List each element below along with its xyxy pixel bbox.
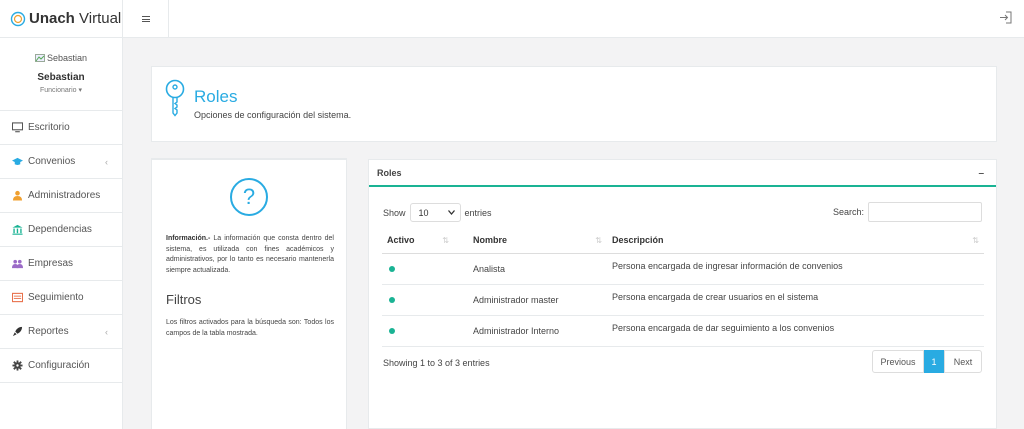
avatar: Sebastian xyxy=(0,53,122,63)
table-search: Search: xyxy=(833,202,982,222)
next-page-button[interactable]: Next xyxy=(944,350,982,373)
info-panel: ? Información.- La información que const… xyxy=(151,158,347,429)
active-status-cell xyxy=(382,253,454,285)
entries-value: 10 xyxy=(418,207,429,218)
user-profile: Sebastian Sebastian Funcionario ▾ xyxy=(0,38,122,111)
show-label: Show xyxy=(383,207,406,218)
sidebar-item-administradores[interactable]: Administradores xyxy=(0,179,122,213)
role-name: Analista xyxy=(454,253,607,285)
brand-light: Virtual xyxy=(74,10,122,27)
pagination: Previous 1 Next xyxy=(872,350,982,373)
collapse-button[interactable]: – xyxy=(978,168,984,179)
question-circle-icon: ? xyxy=(230,178,268,216)
desktop-icon xyxy=(12,122,23,133)
logout-icon[interactable] xyxy=(999,11,1012,24)
info-text: Información.- La información que consta … xyxy=(166,234,334,276)
user-role-dropdown[interactable]: Funcionario ▾ xyxy=(0,86,122,94)
table-row[interactable]: Analista Persona encargada de ingresar i… xyxy=(382,253,984,285)
institution-icon xyxy=(12,224,23,235)
brand-bold: Unach xyxy=(29,10,75,27)
users-icon xyxy=(12,259,23,269)
panel-header: Roles – xyxy=(369,160,996,187)
column-header-nombre[interactable]: Nombre ⇅ xyxy=(454,228,607,254)
sidebar-item-label: Configuración xyxy=(28,360,90,371)
table-row[interactable]: Administrador master Persona encargada d… xyxy=(382,284,984,316)
list-icon xyxy=(12,292,23,303)
sidebar-item-label: Seguimiento xyxy=(28,292,84,303)
role-description: Persona encargada de crear usuarios en e… xyxy=(607,284,984,316)
key-icon xyxy=(165,79,185,117)
info-label: Información.- xyxy=(166,235,211,242)
column-header-descripcion[interactable]: Descripción ⇅ xyxy=(607,228,984,254)
entries-label: entries xyxy=(464,207,492,218)
sidebar-item-convenios[interactable]: Convenios ‹ xyxy=(0,145,122,179)
table-info: Showing 1 to 3 of 3 entries xyxy=(383,358,490,368)
table-row[interactable]: Administrador Interno Persona encargada … xyxy=(382,315,984,347)
user-name: Sebastian xyxy=(37,72,85,83)
sidebar-item-configuracion[interactable]: Configuración xyxy=(0,349,122,383)
page-header-panel: Roles Opciones de configuración del sist… xyxy=(151,66,997,142)
chevron-down-icon xyxy=(447,210,455,215)
avatar-alt-text: Sebastian xyxy=(46,53,88,63)
page-subtitle: Opciones de configuración del sistema. xyxy=(194,110,352,120)
page-1-button[interactable]: 1 xyxy=(924,350,944,373)
search-label: Search: xyxy=(832,207,864,217)
active-status-dot xyxy=(389,296,395,303)
active-status-dot xyxy=(389,265,395,272)
sidebar-item-escritorio[interactable]: Escritorio xyxy=(0,111,122,145)
sidebar-item-label: Dependencias xyxy=(28,224,92,235)
sidebar-item-dependencias[interactable]: Dependencias xyxy=(0,213,122,247)
sidebar-item-seguimiento[interactable]: Seguimiento xyxy=(0,281,122,315)
broken-image-icon xyxy=(34,54,45,62)
sort-icon: ⇅ xyxy=(595,236,602,245)
top-navbar xyxy=(123,0,1024,38)
page-title: Roles xyxy=(194,87,238,106)
filters-title: Filtros xyxy=(166,292,202,307)
sidebar-item-label: Administradores xyxy=(28,190,101,201)
panel-title: Roles xyxy=(377,167,402,178)
sidebar-item-label: Empresas xyxy=(28,258,74,269)
sidebar-item-empresas[interactable]: Empresas xyxy=(0,247,122,281)
chevron-left-icon: ‹ xyxy=(105,326,108,337)
graduation-cap-icon xyxy=(12,157,23,165)
sort-asc-icon: ⇅ xyxy=(442,236,449,245)
role-name: Administrador Interno xyxy=(454,315,607,347)
sidebar-item-reportes[interactable]: Reportes ‹ xyxy=(0,315,122,349)
entries-select[interactable]: 10 xyxy=(409,203,461,222)
hamburger-icon xyxy=(141,15,150,24)
menu-toggle-button[interactable] xyxy=(123,0,169,38)
gear-icon xyxy=(12,360,23,371)
active-status-dot xyxy=(389,327,395,334)
role-description: Persona encargada de ingresar informació… xyxy=(607,253,984,285)
entries-length-control: Show 10 entries xyxy=(383,203,492,222)
column-header-activo[interactable]: Activo ⇅ xyxy=(382,228,454,254)
active-status-cell xyxy=(382,315,454,347)
roles-table: Activo ⇅ Nombre ⇅ Descripción ⇅ Analista Pe… xyxy=(382,228,984,347)
sort-icon: ⇅ xyxy=(972,236,979,245)
filters-text: Los filtros activados para la búsqueda s… xyxy=(166,319,334,337)
sidebar: Unach Virtual Sebastian Sebastian Funcio… xyxy=(0,0,123,429)
search-input[interactable] xyxy=(868,202,982,222)
rocket-icon xyxy=(12,326,23,337)
user-icon xyxy=(12,190,23,201)
chevron-left-icon: ‹ xyxy=(105,156,108,167)
active-status-cell xyxy=(382,284,454,316)
role-description: Persona encargada de dar seguimiento a l… xyxy=(607,315,984,347)
brand-logo[interactable]: Unach Virtual xyxy=(0,0,122,38)
sidebar-item-label: Escritorio xyxy=(28,122,70,133)
unach-logo-icon xyxy=(10,11,26,26)
sidebar-item-label: Convenios xyxy=(28,156,76,167)
role-name: Administrador master xyxy=(454,284,607,316)
roles-table-panel: Roles – Show 10 entries Search: Activo ⇅ … xyxy=(368,159,997,429)
sidebar-item-label: Reportes xyxy=(28,326,69,337)
previous-page-button[interactable]: Previous xyxy=(872,350,924,373)
